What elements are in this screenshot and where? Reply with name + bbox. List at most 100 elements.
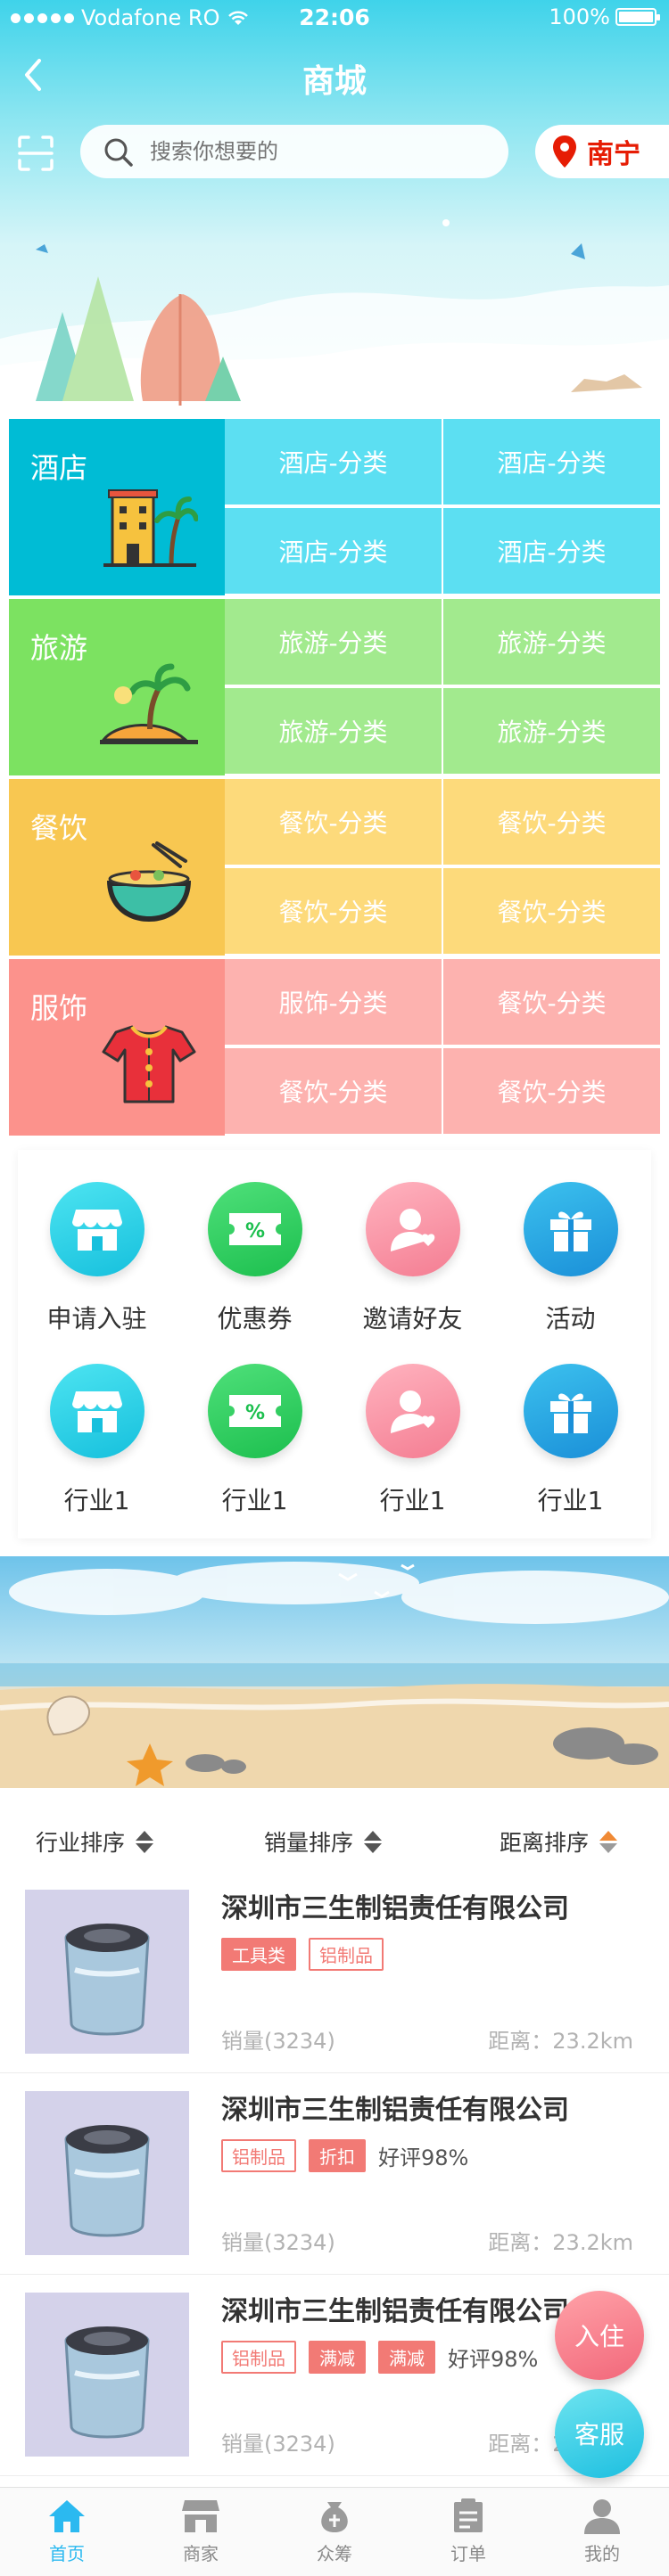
crowdfund-icon (321, 2502, 348, 2532)
shop-name: 深圳市三生制铝责任有限公司 (221, 2296, 569, 2327)
shop-name: 深圳市三生制铝责任有限公司 (221, 2095, 569, 2126)
shop-card[interactable]: 深圳市三生制铝责任有限公司 铝制品 折扣 好评98% 销量(3234) 距离：2… (0, 2073, 669, 2275)
sort-industry[interactable]: 行业排序 (36, 1825, 154, 1858)
subcategory-item[interactable]: 旅游-分类 (225, 688, 442, 774)
shop-tag: 满减 (378, 2341, 435, 2374)
category-row-hotel: 酒店 酒店-分类 酒店-分类 酒店-分类 酒店-分类 (9, 419, 660, 595)
profile-icon (584, 2499, 620, 2534)
tab-crowdfund[interactable]: 众筹 (268, 2488, 401, 2576)
island-palm-icon (100, 663, 198, 744)
subcategory-item[interactable]: 旅游-分类 (443, 688, 660, 774)
battery-area: 100% (549, 4, 660, 29)
nav-bar: 商城 (0, 36, 669, 116)
quick-entry-industry[interactable]: 行业1 (491, 1364, 649, 1517)
tab-order[interactable]: 订单 (401, 2488, 535, 2576)
promo-banner[interactable] (0, 1556, 669, 1788)
subcategory-item[interactable]: 餐饮-分类 (443, 779, 660, 865)
tab-label: 商家 (183, 2543, 219, 2564)
quick-entry-invite[interactable]: 邀请好友 (334, 1182, 491, 1335)
noodle-bowl-icon (107, 841, 191, 922)
category-food[interactable]: 餐饮 (9, 779, 225, 956)
customer-service-button[interactable]: 客服 (555, 2389, 644, 2478)
quick-entry-coupon[interactable]: % 优惠券 (176, 1182, 334, 1335)
header-hero: Vodafone RO 22:06 100% 商城 南宁 (0, 0, 669, 410)
subcategory-item[interactable]: 酒店-分类 (443, 419, 660, 505)
subcategory-item[interactable]: 酒店-分类 (225, 508, 442, 594)
subcategory-item[interactable]: 餐饮-分类 (225, 779, 442, 865)
page-title: 商城 (301, 63, 367, 100)
store-icon (182, 2500, 219, 2532)
tab-label: 订单 (450, 2543, 486, 2564)
category-clothing[interactable]: 服饰 (9, 959, 225, 1136)
quick-entry-apply[interactable]: 申请入驻 (18, 1182, 176, 1335)
category-subs: 餐饮-分类 餐饮-分类 餐饮-分类 餐饮-分类 (225, 779, 660, 956)
search-icon (104, 138, 133, 167)
shop-sales: 销量(3234) (221, 2230, 335, 2255)
quick-entry-activity[interactable]: 活动 (491, 1182, 649, 1335)
category-label: 服饰 (30, 991, 88, 1025)
scan-icon[interactable] (16, 134, 55, 173)
subcategory-item[interactable]: 餐饮-分类 (225, 1048, 442, 1134)
sort-sales[interactable]: 销量排序 (264, 1825, 383, 1858)
hero-illustration (0, 219, 669, 410)
shop-icon (49, 1182, 145, 1276)
shop-tags: 铝制品 折扣 好评98% (221, 2139, 468, 2172)
shop-distance: 距离：23.2km (488, 2230, 633, 2255)
sort-arrows-icon (599, 1830, 618, 1853)
coupon-icon: % (207, 1364, 302, 1458)
invite-friend-icon (365, 1182, 460, 1276)
subcategory-item[interactable]: 服饰-分类 (225, 959, 442, 1045)
subcategory-item[interactable]: 餐饮-分类 (443, 1048, 660, 1134)
sort-label: 距离排序 (500, 1830, 590, 1856)
status-bar: Vodafone RO 22:06 100% (0, 0, 669, 36)
shirt-icon (102, 1025, 196, 1103)
search-bar[interactable] (80, 125, 508, 178)
washing-machine-image (25, 2293, 189, 2457)
city-selector[interactable]: 南宁 (535, 125, 669, 178)
category-hotel[interactable]: 酒店 (9, 419, 225, 595)
sort-bar: 行业排序 销量排序 距离排序 (0, 1809, 669, 1872)
battery-icon (615, 8, 660, 26)
quick-entry-label: 活动 (545, 1304, 596, 1333)
subcategory-item[interactable]: 酒店-分类 (443, 508, 660, 594)
subcategory-item[interactable]: 旅游-分类 (443, 599, 660, 685)
subcategory-item[interactable]: 酒店-分类 (225, 419, 442, 505)
invite-friend-icon (365, 1364, 460, 1458)
tab-bar: 首页 商家 众筹 订单 我的 (0, 2487, 669, 2576)
shop-tag: 铝制品 (309, 1938, 384, 1971)
sort-distance[interactable]: 距离排序 (500, 1825, 618, 1858)
subcategory-item[interactable]: 餐饮-分类 (443, 868, 660, 954)
shop-tags: 工具类 铝制品 (221, 1938, 384, 1971)
shop-card[interactable]: 深圳市三生制铝责任有限公司 工具类 铝制品 销量(3234) 距离：23.2km (0, 1872, 669, 2073)
quick-entry-industry[interactable]: 行业1 (18, 1364, 176, 1517)
quick-entry-industry[interactable]: 行业1 (334, 1364, 491, 1517)
quick-entry-industry[interactable]: % 行业1 (176, 1364, 334, 1517)
tab-store[interactable]: 商家 (134, 2488, 268, 2576)
quick-entry-label: 行业1 (379, 1486, 446, 1515)
search-input[interactable] (150, 135, 489, 168)
gift-icon (523, 1182, 618, 1276)
sort-label: 销量排序 (264, 1830, 354, 1856)
category-subs: 服饰-分类 餐饮-分类 餐饮-分类 餐饮-分类 (225, 959, 660, 1136)
category-row-travel: 旅游 旅游-分类 旅游-分类 旅游-分类 旅游-分类 (9, 599, 660, 775)
category-travel[interactable]: 旅游 (9, 599, 225, 775)
gift-icon (523, 1364, 618, 1458)
shop-tag: 折扣 (309, 2139, 366, 2172)
subcategory-item[interactable]: 餐饮-分类 (225, 868, 442, 954)
quick-entry-panel: 申请入驻 % 优惠券 邀请好友 活动 行业1 % 行业1 行业1 行业1 (18, 1150, 651, 1538)
category-subs: 酒店-分类 酒店-分类 酒店-分类 酒店-分类 (225, 419, 660, 595)
shop-distance: 距离：23.2km (488, 2029, 633, 2054)
category-row-food: 餐饮 餐饮-分类 餐饮-分类 餐饮-分类 餐饮-分类 (9, 779, 660, 956)
hotel-building-icon (103, 489, 198, 567)
category-row-clothing: 服饰 服饰-分类 餐饮-分类 餐饮-分类 餐饮-分类 (9, 959, 660, 1136)
subcategory-item[interactable]: 旅游-分类 (225, 599, 442, 685)
quick-entry-label: 行业1 (221, 1486, 288, 1515)
tab-home[interactable]: 首页 (0, 2488, 134, 2576)
battery-percent: 100% (549, 4, 610, 29)
city-name: 南宁 (587, 139, 640, 170)
coupon-icon: % (207, 1182, 302, 1276)
tab-profile[interactable]: 我的 (535, 2488, 669, 2576)
join-button[interactable]: 入住 (555, 2291, 644, 2380)
subcategory-item[interactable]: 餐饮-分类 (443, 959, 660, 1045)
category-label: 旅游 (30, 631, 88, 665)
